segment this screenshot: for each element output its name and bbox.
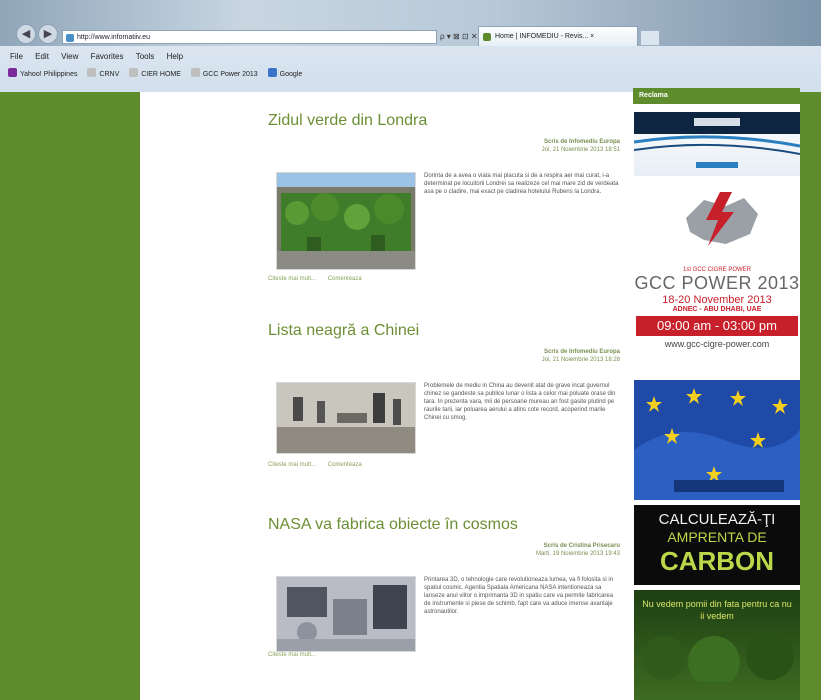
article-author: Scris de Cristina Prisecaru <box>543 543 620 549</box>
article-links: Citeste mai mult... Comenteaza <box>268 276 372 282</box>
article-author: Scris de Infomediu Europa <box>543 139 620 145</box>
yahoo-icon <box>8 68 17 77</box>
page-icon <box>190 68 200 77</box>
article-links: Citeste mai mult... Comenteaza <box>268 462 372 468</box>
carbon-line3: CARBON <box>659 546 775 576</box>
favorite-gcc[interactable]: GCC Power 2013 <box>190 66 258 84</box>
tab-favicon-icon <box>483 33 491 41</box>
menu-view[interactable]: View <box>61 52 78 61</box>
page-icon <box>87 68 97 77</box>
back-button[interactable]: ◀ <box>16 24 36 44</box>
article-date: Joi, 21 Noiembrie 2013 18:51 <box>541 147 620 153</box>
comment-link[interactable]: Comenteaza <box>328 462 362 468</box>
menu-file[interactable]: File <box>10 52 23 61</box>
gcc-event-title: GCC POWER 2013 <box>634 273 800 293</box>
pollution-image <box>277 383 415 453</box>
browser-tab[interactable]: Home | INFOMEDIU - Revis... × <box>478 26 638 46</box>
forward-button[interactable]: ▶ <box>38 24 58 44</box>
article-summary: Dorinta de a avea o viata mai placuta si… <box>424 173 619 195</box>
ad-gcc-power[interactable]: 1st GCC CIGRE POWER GCC POWER 2013 18-20… <box>634 178 800 374</box>
forest-slogan: Nu vedem pomii din fata pentru ca nu ii … <box>642 599 792 621</box>
page-icon <box>129 68 139 77</box>
read-more-link[interactable]: Citeste mai mult... <box>268 276 316 282</box>
sidebar-heading: Reclama <box>633 88 800 104</box>
article-title[interactable]: Lista neagră a Chinei <box>268 322 419 340</box>
gcc-dates: 18-20 November 2013 <box>662 294 772 306</box>
article-links: Citeste mai mult... <box>268 652 326 658</box>
read-more-link[interactable]: Citeste mai mult... <box>268 462 316 468</box>
article-date: Marti, 19 Noiembrie 2013 19:43 <box>535 551 620 557</box>
article-author: Scris de Infomediu Europa <box>543 349 620 355</box>
menu-favorites[interactable]: Favorites <box>91 52 124 61</box>
main-content: Zidul verde din Londra Scris de Infomedi… <box>140 92 630 700</box>
ad-carbon-footprint[interactable]: CALCULEAZĂ-ŢI AMPRENTA DE CARBON <box>634 505 800 585</box>
menu-help[interactable]: Help <box>167 52 183 61</box>
menu-bar: File Edit View Favorites Tools Help <box>0 50 821 64</box>
article-thumbnail-3d-printing[interactable] <box>276 576 416 652</box>
tab-title: Home | INFOMEDIU - Revis... × <box>495 33 595 40</box>
banner-logo-graphic <box>634 112 800 168</box>
article-meta: Scris de Infomediu Europa Joi, 21 Noiemb… <box>542 348 620 364</box>
address-tools[interactable]: ρ ▾ ⊠ ⊡ ✕ <box>440 30 478 44</box>
article-meta: Scris de Cristina Prisecaru Marti, 19 No… <box>536 542 620 558</box>
article-date: Joi, 21 Noiembrie 2013 18:28 <box>541 357 620 363</box>
gcc-venue: ADNEC - ABU DHABI, UAE <box>672 306 762 313</box>
carbon-line1: CALCULEAZĂ-ŢI <box>658 511 776 528</box>
comment-link[interactable]: Comenteaza <box>328 276 362 282</box>
green-wall-image <box>277 173 415 269</box>
article-summary: Printarea 3D, o tehnologie care revoluti… <box>424 577 614 615</box>
article-title[interactable]: Zidul verde din Londra <box>268 112 427 130</box>
gcc-website: www.gcc-cigre-power.com <box>664 339 770 349</box>
article-thumbnail-green-wall[interactable] <box>276 172 416 270</box>
ad-eu-stars[interactable] <box>634 380 800 500</box>
gcc-map-logo <box>686 192 758 246</box>
left-green-column <box>0 92 140 700</box>
article-meta: Scris de Infomediu Europa Joi, 21 Noiemb… <box>542 138 620 154</box>
gcc-time: 09:00 am - 03:00 pm <box>636 316 798 336</box>
address-url: http://www.infomatiiv.eu <box>77 34 151 41</box>
favorites-bar: Yahoo! Philippines CRNV CIER HOME GCC Po… <box>0 66 821 84</box>
ad-forest[interactable]: Nu vedem pomii din fata pentru ca nu ii … <box>634 590 800 700</box>
favorite-cier[interactable]: CIER HOME <box>129 66 181 84</box>
carbon-line2: AMPRENTA DE <box>667 529 767 545</box>
favorite-crnv[interactable]: CRNV <box>87 66 119 84</box>
google-icon <box>267 68 277 77</box>
right-green-strip <box>800 92 821 700</box>
menu-edit[interactable]: Edit <box>35 52 49 61</box>
eu-stars-graphic <box>634 380 800 500</box>
new-tab-button[interactable] <box>640 30 660 46</box>
back-arrow-icon: ◀ <box>21 28 31 40</box>
read-more-link[interactable]: Citeste mai mult... <box>268 652 316 658</box>
address-bar[interactable]: http://www.infomatiiv.eu <box>62 30 437 44</box>
3d-printing-image <box>277 577 415 651</box>
favorite-google[interactable]: Google <box>267 66 302 84</box>
article-title[interactable]: NASA va fabrica obiecte în cosmos <box>268 516 518 534</box>
article-thumbnail-pollution[interactable] <box>276 382 416 454</box>
ad-banner-top[interactable] <box>634 112 800 176</box>
browser-chrome: ◀ ▶ http://www.infomatiiv.eu ρ ▾ ⊠ ⊡ ✕ H… <box>0 0 821 93</box>
site-favicon-icon <box>66 34 74 42</box>
forward-arrow-icon: ▶ <box>43 28 53 40</box>
menu-tools[interactable]: Tools <box>136 52 155 61</box>
favorite-yahoo[interactable]: Yahoo! Philippines <box>8 66 77 84</box>
article-summary: Problemele de mediu in China au devenit … <box>424 383 616 421</box>
forest-graphic <box>642 632 794 688</box>
